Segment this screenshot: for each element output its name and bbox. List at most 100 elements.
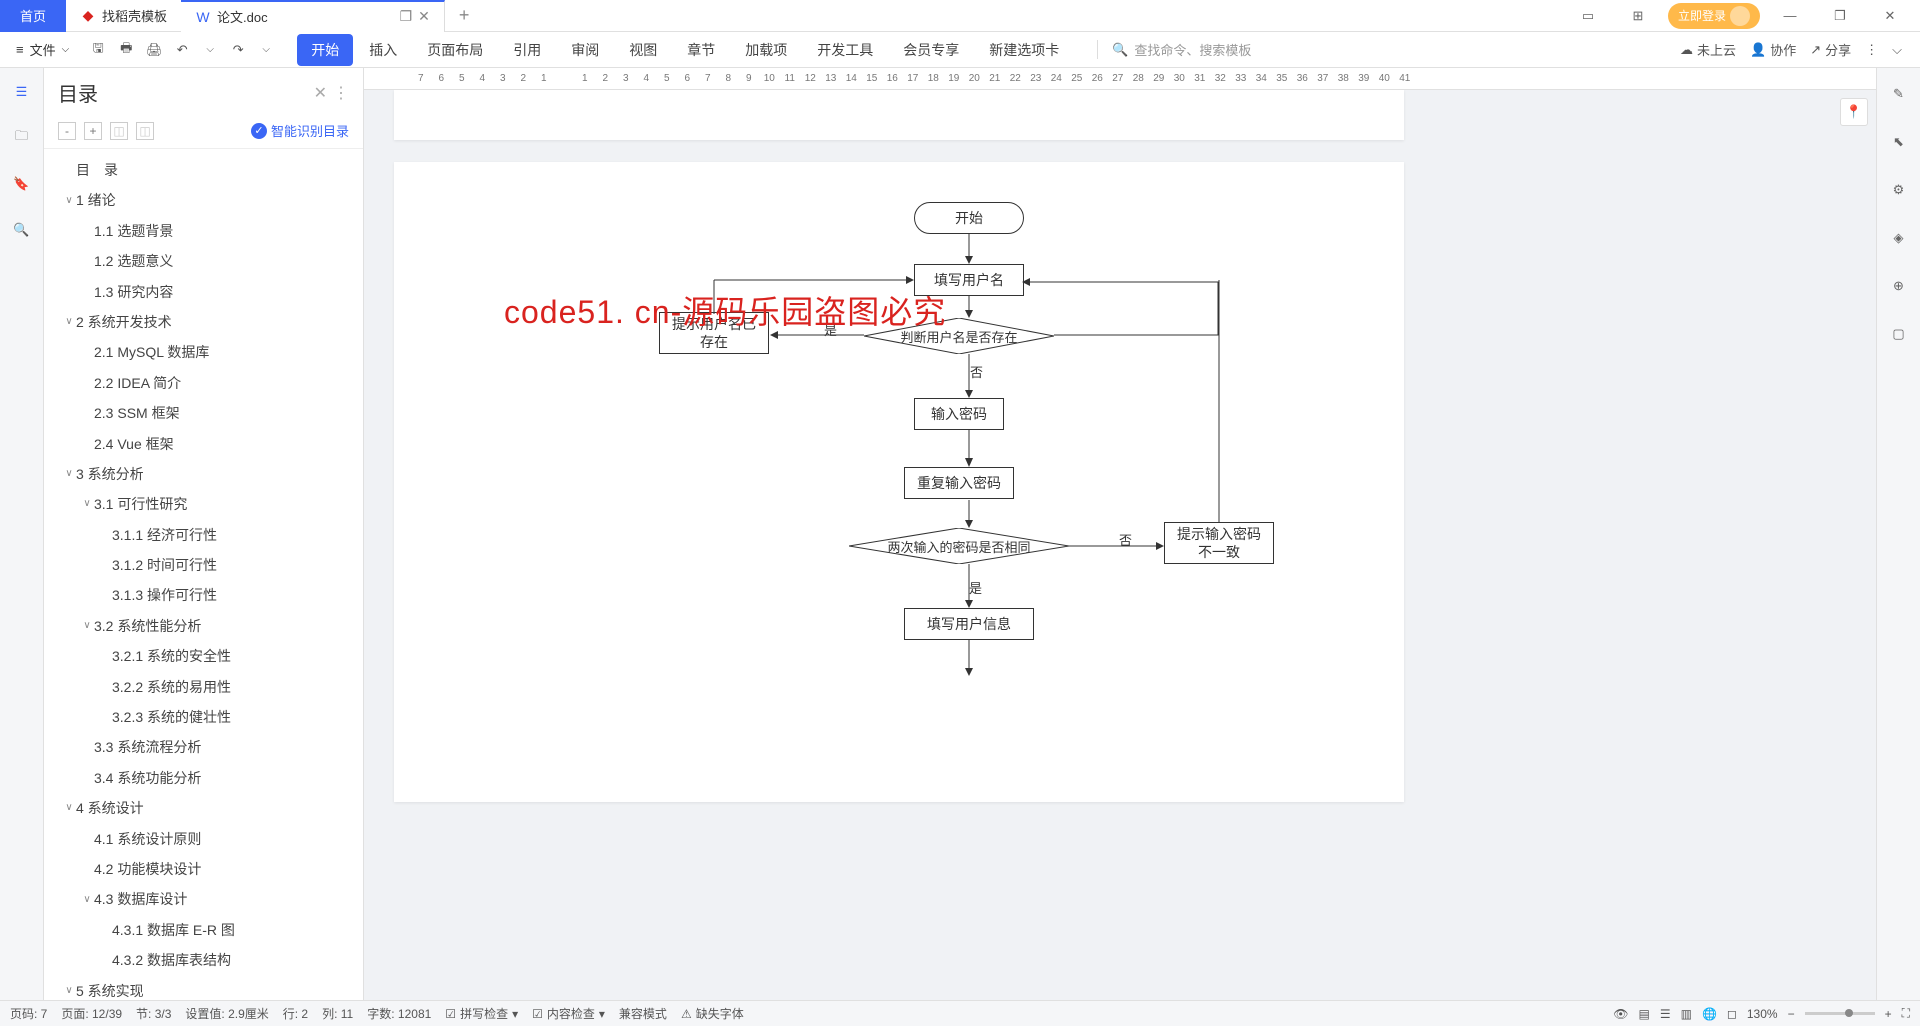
fullscreen-icon[interactable]: ⛶ bbox=[1902, 1006, 1910, 1021]
collapse-all-icon[interactable]: - bbox=[58, 122, 76, 140]
outline-item[interactable]: 2.3 SSM 框架 bbox=[44, 398, 363, 428]
view-focus-icon[interactable]: ◻ bbox=[1727, 1007, 1737, 1021]
nav-down-icon[interactable]: ◫ bbox=[136, 122, 154, 140]
chevron-down-icon[interactable]: ∨ bbox=[62, 800, 76, 816]
ribbon-tab-8[interactable]: 开发工具 bbox=[803, 34, 887, 66]
ai-icon[interactable]: ◈ bbox=[1887, 226, 1911, 250]
ribbon-tab-3[interactable]: 引用 bbox=[499, 34, 555, 66]
outline-item[interactable]: 3.1.2 时间可行性 bbox=[44, 550, 363, 580]
command-search[interactable]: 🔍 查找命令、搜索模板 bbox=[1097, 40, 1251, 59]
outline-item[interactable]: ∨3.2 系统性能分析 bbox=[44, 611, 363, 641]
ribbon-tab-2[interactable]: 页面布局 bbox=[413, 34, 497, 66]
outline-item[interactable]: 2.2 IDEA 简介 bbox=[44, 368, 363, 398]
outline-item[interactable]: 4.3.1 数据库 E-R 图 bbox=[44, 915, 363, 945]
ribbon-tab-5[interactable]: 视图 bbox=[615, 34, 671, 66]
reader-mode-icon[interactable]: ▭ bbox=[1568, 2, 1608, 30]
tab-template[interactable]: ◆ 找稻壳模板 bbox=[66, 0, 181, 32]
tab-home[interactable]: 首页 bbox=[0, 0, 66, 32]
ribbon-tab-4[interactable]: 审阅 bbox=[557, 34, 613, 66]
translate-icon[interactable]: ▢ bbox=[1887, 322, 1911, 346]
locate-icon[interactable]: 📍 bbox=[1840, 98, 1868, 126]
ribbon-tab-7[interactable]: 加载项 bbox=[731, 34, 801, 66]
chevron-down-icon[interactable]: ∨ bbox=[80, 496, 94, 512]
outline-item[interactable]: 3.2.3 系统的健壮性 bbox=[44, 702, 363, 732]
more-icon[interactable]: ⋮ bbox=[1865, 42, 1878, 58]
expand-all-icon[interactable]: + bbox=[84, 122, 102, 140]
app-grid-icon[interactable]: ⊞ bbox=[1618, 2, 1658, 30]
outline-item[interactable]: 4.1 系统设计原则 bbox=[44, 824, 363, 854]
smart-toc-button[interactable]: ✓ 智能识别目录 bbox=[251, 121, 349, 140]
chevron-down-icon[interactable]: ∨ bbox=[62, 193, 76, 209]
outline-item[interactable]: 3.1.1 经济可行性 bbox=[44, 520, 363, 550]
view-outline-icon[interactable]: ☰ bbox=[1660, 1007, 1671, 1021]
panel-close-icon[interactable]: ✕ bbox=[314, 83, 327, 103]
chevron-down-icon[interactable]: ∨ bbox=[62, 983, 76, 999]
panel-menu-icon[interactable]: ⋮ bbox=[333, 83, 349, 103]
ribbon-tab-1[interactable]: 插入 bbox=[355, 34, 411, 66]
ribbon-tab-9[interactable]: 会员专享 bbox=[889, 34, 973, 66]
ribbon-tab-6[interactable]: 章节 bbox=[673, 34, 729, 66]
search-icon[interactable]: 🔍 bbox=[10, 218, 34, 242]
outline-item[interactable]: ∨2 系统开发技术 bbox=[44, 307, 363, 337]
cloud-status[interactable]: ☁未上云 bbox=[1680, 40, 1736, 59]
collab-button[interactable]: 👤协作 bbox=[1750, 40, 1796, 59]
outline-item[interactable]: 3.2.2 系统的易用性 bbox=[44, 672, 363, 702]
sb-row[interactable]: 行: 2 bbox=[283, 1005, 308, 1022]
ribbon-tab-10[interactable]: 新建选项卡 bbox=[975, 34, 1073, 66]
outline-item[interactable]: 4.3.2 数据库表结构 bbox=[44, 945, 363, 975]
outline-item[interactable]: 1.1 选题背景 bbox=[44, 216, 363, 246]
outline-item[interactable]: ∨3 系统分析 bbox=[44, 459, 363, 489]
edit-icon[interactable]: ✎ bbox=[1887, 82, 1911, 106]
ruler[interactable]: 7654321123456789101112131415161718192021… bbox=[364, 68, 1876, 90]
ribbon-tab-0[interactable]: 开始 bbox=[297, 34, 353, 66]
outline-item[interactable]: ∨1 绪论 bbox=[44, 185, 363, 215]
view-web-icon[interactable]: ▥ bbox=[1681, 1007, 1692, 1021]
outline-item[interactable]: 3.3 系统流程分析 bbox=[44, 732, 363, 762]
chevron-down-icon[interactable]: ⌵ bbox=[199, 39, 221, 61]
zoom-in-icon[interactable]: + bbox=[1885, 1007, 1892, 1021]
view-eye-icon[interactable]: 👁 bbox=[1613, 1007, 1628, 1021]
select-icon[interactable]: ⬉ bbox=[1887, 130, 1911, 154]
sb-setting[interactable]: 设置值: 2.9厘米 bbox=[185, 1005, 268, 1022]
outline-item[interactable]: 3.1.3 操作可行性 bbox=[44, 580, 363, 610]
chevron-down-icon[interactable]: ∨ bbox=[62, 314, 76, 330]
undo-icon[interactable]: ↶ bbox=[171, 39, 193, 61]
tab-add[interactable]: + bbox=[445, 0, 484, 32]
chevron-down-icon[interactable]: ∨ bbox=[62, 466, 76, 482]
minimize-icon[interactable]: — bbox=[1770, 2, 1810, 30]
view-page-icon[interactable]: ▤ bbox=[1638, 1007, 1649, 1021]
zoom-slider[interactable] bbox=[1805, 1012, 1875, 1015]
maximize-icon[interactable]: ❐ bbox=[1820, 2, 1860, 30]
outline-item[interactable]: 3.4 系统功能分析 bbox=[44, 763, 363, 793]
nav-up-icon[interactable]: ◫ bbox=[110, 122, 128, 140]
redo-icon[interactable]: ↷ bbox=[227, 39, 249, 61]
outline-item[interactable]: ∨5 系统实现 bbox=[44, 976, 363, 1000]
tab-close-icon[interactable]: ✕ bbox=[418, 8, 430, 25]
sb-content-check[interactable]: ☑ 内容检查 ▾ bbox=[532, 1005, 605, 1022]
outline-item[interactable]: ∨3.1 可行性研究 bbox=[44, 489, 363, 519]
print-preview-icon[interactable]: 🖶 bbox=[115, 39, 137, 61]
outline-item[interactable]: 4.2 功能模块设计 bbox=[44, 854, 363, 884]
bookmark-icon[interactable]: 🔖 bbox=[10, 172, 34, 196]
outline-item[interactable]: 目 录 bbox=[44, 155, 363, 185]
outline-item[interactable]: ∨4.3 数据库设计 bbox=[44, 884, 363, 914]
tab-popout-icon[interactable]: ❐ bbox=[400, 8, 413, 25]
chevron-down-icon[interactable]: ∨ bbox=[80, 618, 94, 634]
chevron-down-icon[interactable]: ⌵ bbox=[255, 39, 277, 61]
zoom-out-icon[interactable]: − bbox=[1788, 1007, 1795, 1021]
outline-item[interactable]: 3.2.1 系统的安全性 bbox=[44, 641, 363, 671]
share-button[interactable]: ↗分享 bbox=[1810, 40, 1851, 59]
chevron-down-icon[interactable]: ∨ bbox=[80, 892, 94, 908]
login-button[interactable]: 立即登录 bbox=[1668, 3, 1760, 29]
collapse-ribbon-icon[interactable]: ⌵ bbox=[1892, 42, 1902, 58]
settings-icon[interactable]: ⚙ bbox=[1887, 178, 1911, 202]
save-icon[interactable]: 🖫 bbox=[87, 39, 109, 61]
sb-col[interactable]: 列: 11 bbox=[322, 1005, 353, 1022]
page-scroll[interactable]: 📍 code51. cn-源码乐园盗图必究 开始 填写用户名 提示用户名已存在 … bbox=[364, 90, 1876, 1000]
sb-missing-font[interactable]: ⚠ 缺失字体 bbox=[681, 1005, 744, 1022]
folder-icon[interactable]: 🗀 bbox=[10, 126, 34, 150]
outline-icon[interactable]: ☰ bbox=[10, 80, 34, 104]
outline-item[interactable]: 2.4 Vue 框架 bbox=[44, 429, 363, 459]
print-icon[interactable]: 🖨 bbox=[143, 39, 165, 61]
sb-compat[interactable]: 兼容模式 bbox=[619, 1005, 667, 1022]
